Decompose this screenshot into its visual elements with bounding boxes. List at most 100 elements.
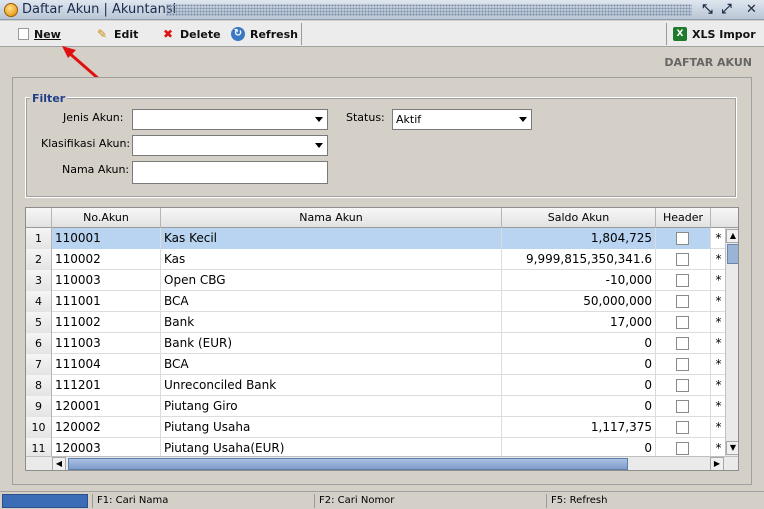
cell-no-akun[interactable]: 111003 [52,333,161,354]
cell-nama-akun[interactable]: Bank (EUR) [161,333,502,354]
chevron-down-icon [315,117,323,122]
cell-nama-akun[interactable]: BCA [161,291,502,312]
cell-nama-akun[interactable]: Open CBG [161,270,502,291]
header-checkbox[interactable] [676,295,689,308]
xls-import-button[interactable]: X XLS Impor [673,25,756,43]
cell-no-akun[interactable]: 111004 [52,354,161,375]
refresh-button[interactable]: ↻ Refresh [231,25,298,43]
horizontal-scrollbar[interactable]: ◀ ▶ [26,456,738,470]
cell-header[interactable] [656,291,711,312]
status-progress [2,494,88,508]
cell-header[interactable] [656,354,711,375]
scroll-right-icon[interactable]: ▶ [710,457,724,470]
cell-header[interactable] [656,270,711,291]
toolbar: New ✎ Edit ✖ Delete ↻ Refresh X XLS Impo… [0,21,764,47]
header-checkbox[interactable] [676,274,689,287]
cell-header[interactable] [656,249,711,270]
status-select[interactable]: Aktif [392,109,532,130]
table-row[interactable]: 8 111201 Unreconciled Bank 0 * [26,375,726,396]
cell-saldo-akun[interactable]: 9,999,815,350,341.6 [502,249,656,270]
cell-nama-akun[interactable]: Kas Kecil [161,228,502,249]
horizontal-scroll-thumb[interactable] [68,458,628,470]
cell-saldo-akun[interactable]: -10,000 [502,270,656,291]
table-row[interactable]: 5 111002 Bank 17,000 * [26,312,726,333]
cell-extra: * [715,294,722,308]
column-header-saldo-akun[interactable]: Saldo Akun [502,208,656,228]
new-document-icon [18,28,29,40]
header-checkbox[interactable] [676,337,689,350]
cell-no-akun[interactable]: 111001 [52,291,161,312]
table-row[interactable]: 6 111003 Bank (EUR) 0 * [26,333,726,354]
row-index-header [26,208,52,228]
table-row[interactable]: 1 110001 Kas Kecil 1,804,725 * [26,228,726,249]
cell-saldo-akun[interactable]: 0 [502,333,656,354]
vertical-scroll-thumb[interactable] [727,244,738,264]
status-f1-hint: F1: Cari Nama [92,494,312,508]
column-header-header[interactable]: Header [656,208,711,228]
status-f2-hint: F2: Cari Nomor [314,494,544,508]
table-row[interactable]: 4 111001 BCA 50,000,000 * [26,291,726,312]
cell-nama-akun[interactable]: Unreconciled Bank [161,375,502,396]
edit-button[interactable]: ✎ Edit [95,25,138,43]
maximize-icon[interactable]: ⤢ [718,1,735,18]
header-checkbox[interactable] [676,358,689,371]
header-checkbox[interactable] [676,421,689,434]
cell-saldo-akun[interactable]: 0 [502,396,656,417]
delete-button[interactable]: ✖ Delete [161,25,221,43]
column-header-no-akun[interactable]: No.Akun [52,208,161,228]
cell-no-akun[interactable]: 120001 [52,396,161,417]
chevron-down-icon [519,117,527,122]
row-index: 1 [26,228,52,249]
cell-nama-akun[interactable]: Kas [161,249,502,270]
cell-header[interactable] [656,312,711,333]
vertical-scrollbar[interactable]: ▲ ▼ [725,228,738,456]
cell-no-akun[interactable]: 110002 [52,249,161,270]
new-button[interactable]: New [18,25,61,43]
new-button-label: New [34,27,61,41]
header-checkbox[interactable] [676,253,689,266]
cell-header[interactable] [656,396,711,417]
header-checkbox[interactable] [676,379,689,392]
cell-saldo-akun[interactable]: 17,000 [502,312,656,333]
cell-nama-akun[interactable]: Piutang Giro [161,396,502,417]
cell-header[interactable] [656,228,711,249]
table-row[interactable]: 10 120002 Piutang Usaha 1,117,375 * [26,417,726,438]
column-header-nama-akun[interactable]: Nama Akun [161,208,502,228]
table-row[interactable]: 3 110003 Open CBG -10,000 * [26,270,726,291]
cell-saldo-akun[interactable]: 0 [502,375,656,396]
cell-header[interactable] [656,417,711,438]
row-index: 9 [26,396,52,417]
table-row[interactable]: 9 120001 Piutang Giro 0 * [26,396,726,417]
row-index: 4 [26,291,52,312]
cell-no-akun[interactable]: 111002 [52,312,161,333]
scroll-up-icon[interactable]: ▲ [726,229,738,243]
cell-no-akun[interactable]: 111201 [52,375,161,396]
restore-icon[interactable]: ⤡ [699,1,716,18]
cell-nama-akun[interactable]: Piutang Usaha [161,417,502,438]
cell-saldo-akun[interactable]: 1,804,725 [502,228,656,249]
table-row[interactable]: 7 111004 BCA 0 * [26,354,726,375]
cell-no-akun[interactable]: 120002 [52,417,161,438]
cell-nama-akun[interactable]: BCA [161,354,502,375]
cell-no-akun[interactable]: 110001 [52,228,161,249]
cell-saldo-akun[interactable]: 0 [502,354,656,375]
cell-saldo-akun[interactable]: 50,000,000 [502,291,656,312]
cell-no-akun[interactable]: 110003 [52,270,161,291]
cell-saldo-akun[interactable]: 1,117,375 [502,417,656,438]
nama-akun-input[interactable] [132,161,328,184]
jenis-akun-select[interactable] [132,109,328,130]
klasifikasi-akun-select[interactable] [132,135,328,156]
scroll-left-icon[interactable]: ◀ [52,457,66,470]
scroll-down-icon[interactable]: ▼ [726,441,738,455]
header-checkbox[interactable] [676,400,689,413]
cell-nama-akun[interactable]: Bank [161,312,502,333]
header-checkbox[interactable] [676,232,689,245]
header-checkbox[interactable] [676,442,689,455]
table-row[interactable]: 2 110002 Kas 9,999,815,350,341.6 * [26,249,726,270]
close-icon[interactable]: ✕ [743,1,760,18]
row-index: 8 [26,375,52,396]
cell-header[interactable] [656,333,711,354]
header-checkbox[interactable] [676,316,689,329]
row-index: 5 [26,312,52,333]
cell-header[interactable] [656,375,711,396]
